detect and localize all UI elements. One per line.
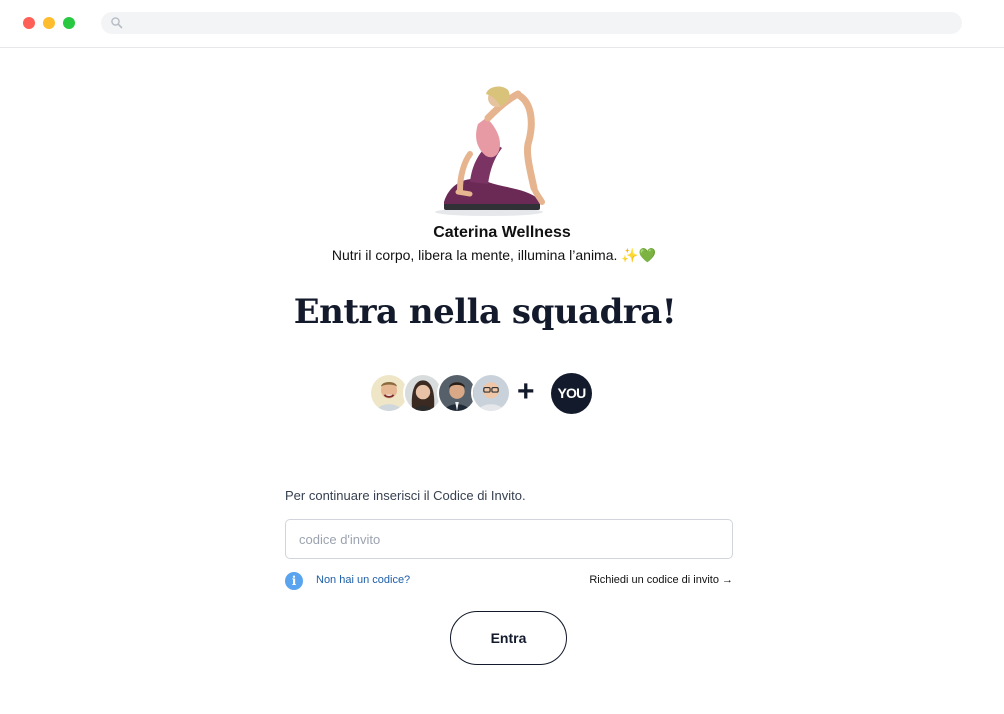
profile-name: Caterina Wellness (433, 224, 571, 241)
browser-titlebar (0, 0, 1004, 48)
request-invite-link[interactable]: Richiedi un codice di invito → (589, 574, 733, 586)
no-code-link[interactable]: Non hai un codice? (316, 574, 410, 586)
team-avatars: + YOU (369, 373, 609, 414)
you-avatar: YOU (551, 373, 592, 414)
plus-icon: + (517, 375, 535, 408)
sparkle-icon: ✨ (621, 247, 639, 263)
enter-button[interactable]: Entra (450, 611, 567, 665)
green-heart-icon: 💚 (638, 247, 657, 263)
address-bar[interactable] (101, 12, 962, 34)
invite-code-input[interactable] (285, 519, 733, 559)
info-icon: i (285, 572, 303, 590)
maximize-window-button[interactable] (63, 17, 75, 29)
minimize-window-button[interactable] (43, 17, 55, 29)
avatar-4 (471, 373, 511, 413)
profile-bio-text: Nutri il corpo, libera la mente, illumin… (331, 247, 622, 263)
page-title: Entra nella squadra! (293, 292, 677, 332)
profile-photo (435, 86, 545, 216)
close-window-button[interactable] (23, 17, 35, 29)
invite-help-row: i Non hai un codice? Richiedi un codice … (285, 572, 733, 590)
profile-bio: Nutri il corpo, libera la mente, illumin… (0, 247, 988, 264)
invite-code-prompt: Per continuare inserisci il Codice di In… (285, 488, 526, 503)
search-icon (111, 17, 123, 29)
